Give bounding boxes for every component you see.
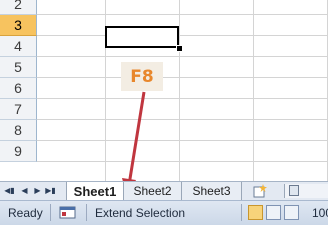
row-number: 4 [14,38,22,54]
zoom-level[interactable]: 100 [312,206,328,220]
gridline [37,35,328,36]
last-sheet-icon[interactable]: ▶▮ [44,183,57,198]
worksheet-grid[interactable]: 2 3 4 5 6 7 8 9 F8 [0,0,328,181]
row-number: 9 [14,143,22,159]
f8-key-callout: F8 [121,62,163,91]
normal-view-icon[interactable] [248,205,263,220]
gridline [37,56,328,57]
status-extend-selection: Extend Selection [95,206,186,220]
row-number: 2 [14,0,22,12]
gridline [37,98,328,99]
f8-key-label: F8 [130,66,154,87]
status-separator [241,204,242,221]
tab-sheet2[interactable]: Sheet2 [124,182,182,200]
row-header-3[interactable]: 3 [0,15,37,36]
page-break-preview-icon[interactable] [284,205,299,220]
tab-label: Sheet2 [133,184,172,198]
row-header-7[interactable]: 7 [0,99,37,120]
row-number: 7 [14,101,22,117]
row-number: 6 [14,80,22,96]
row-header-9[interactable]: 9 [0,141,37,162]
tab-label: Sheet3 [192,184,231,198]
gridline [37,119,328,120]
fill-handle[interactable] [176,45,183,52]
insert-sheet-icon[interactable] [249,183,271,199]
horizontal-scrollbar[interactable] [284,184,328,198]
macro-recording-icon[interactable] [59,205,77,220]
page-layout-view-icon[interactable] [266,205,281,220]
gridline [179,0,180,181]
row-number: 3 [14,17,22,33]
scrollbar-thumb[interactable] [289,185,299,196]
row-number: 8 [14,122,22,138]
row-header-5[interactable]: 5 [0,57,37,78]
gridline [37,14,328,15]
prev-sheet-icon[interactable]: ◀ [18,183,31,198]
active-cell[interactable] [105,26,179,48]
row-header-2[interactable]: 2 [0,0,37,15]
first-sheet-icon[interactable]: ◀▮ [3,183,16,198]
gridline [37,140,328,141]
gridline [37,77,328,78]
gridline [253,0,254,181]
tab-sheet3[interactable]: Sheet3 [182,182,242,200]
status-separator [50,204,51,221]
row-number: 5 [14,59,22,75]
gridline [37,161,328,162]
next-sheet-icon[interactable]: ▶ [31,183,44,198]
status-bar: Ready Extend Selection 100 [0,200,328,225]
tab-label: Sheet1 [73,183,117,199]
row-header-6[interactable]: 6 [0,78,37,99]
row-header-8[interactable]: 8 [0,120,37,141]
row-header-4[interactable]: 4 [0,36,37,57]
tab-sheet1[interactable]: Sheet1 [66,182,124,200]
status-ready: Ready [8,206,43,220]
status-separator [86,204,87,221]
sheet-tab-bar: ◀▮ ◀ ▶ ▶▮ Sheet1 Sheet2 Sheet3 [0,181,328,200]
